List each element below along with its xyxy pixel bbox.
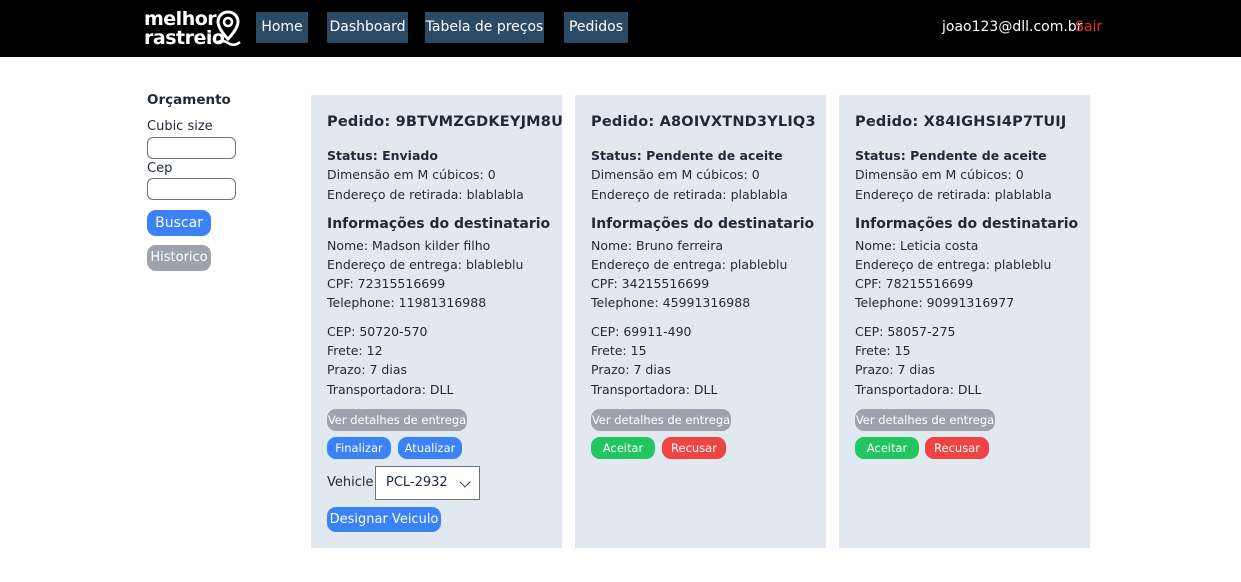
recipient-section-title: Informações do destinatario xyxy=(327,216,551,232)
recipient-name: Nome: Leticia costa xyxy=(855,238,979,253)
delivery-details-button[interactable]: Ver detalhes de entrega xyxy=(327,409,467,431)
order-cep: CEP: 58057-275 xyxy=(855,324,956,339)
delivery-details-button[interactable]: Ver detalhes de entrega xyxy=(591,409,731,431)
order-carrier: Transportadora: DLL xyxy=(591,382,718,397)
cubic-size-label: Cubic size xyxy=(147,119,213,134)
recipient-delivery-address: Endereço de entrega: plableblu xyxy=(855,257,1052,272)
order-title: Pedido: X84IGHSI4P7TUIJ xyxy=(855,114,1067,130)
vehicle-label: Vehicle xyxy=(327,475,374,490)
finalize-button[interactable]: Finalizar xyxy=(327,437,391,459)
vehicle-select-value: PCL-2932 xyxy=(386,475,448,490)
order-card: Pedido: 9BTVMZGDKEYJM8U Status: Enviado … xyxy=(311,95,564,548)
recipient-section-title: Informações do destinatario xyxy=(855,216,1079,232)
order-card: Pedido: A8OIVXTND3YLIQ3 Status: Pendente… xyxy=(575,95,826,548)
history-button[interactable]: Historico xyxy=(147,245,211,271)
recipient-section-title: Informações do destinatario xyxy=(591,216,815,232)
recipient-telephone: Telephone: 45991316988 xyxy=(591,295,751,310)
order-pickup-address: Endereço de retirada: plablabla xyxy=(591,187,788,202)
order-cep: CEP: 69911-490 xyxy=(591,324,692,339)
reject-button[interactable]: Recusar xyxy=(925,437,989,459)
sidebar-title: Orçamento xyxy=(147,92,231,108)
nav-home-button[interactable]: Home xyxy=(256,12,308,43)
order-status: Status: Enviado xyxy=(327,148,438,163)
logout-link[interactable]: Sair xyxy=(1075,19,1102,35)
order-freight: Frete: 15 xyxy=(855,343,911,358)
delivery-details-button[interactable]: Ver detalhes de entrega xyxy=(855,409,995,431)
order-title: Pedido: A8OIVXTND3YLIQ3 xyxy=(591,114,816,130)
assign-vehicle-button[interactable]: Designar Veiculo xyxy=(327,507,441,532)
location-pin-icon xyxy=(215,10,241,46)
recipient-name: Nome: Madson kilder filho xyxy=(327,238,491,253)
top-navbar: melhor rastreio Home Dashboard Tabela de… xyxy=(0,0,1241,57)
order-pickup-address: Endereço de retirada: blablabla xyxy=(327,187,524,202)
nav-orders-button[interactable]: Pedidos xyxy=(564,12,628,43)
nav-dashboard-button[interactable]: Dashboard xyxy=(327,12,408,43)
order-status: Status: Pendente de aceite xyxy=(591,148,783,163)
user-email: joao123@dll.com.br xyxy=(942,19,1083,35)
recipient-cpf: CPF: 78215516699 xyxy=(855,276,974,291)
order-deadline: Prazo: 7 dias xyxy=(591,362,672,377)
chevron-down-icon xyxy=(459,476,471,488)
order-dimension: Dimensão em M cúbicos: 0 xyxy=(327,167,496,182)
update-button[interactable]: Atualizar xyxy=(398,437,462,459)
accept-button[interactable]: Aceitar xyxy=(855,437,919,459)
order-cep: CEP: 50720-570 xyxy=(327,324,428,339)
search-button[interactable]: Buscar xyxy=(147,210,211,236)
cep-label: Cep xyxy=(147,161,173,176)
recipient-telephone: Telephone: 90991316977 xyxy=(855,295,1015,310)
order-carrier: Transportadora: DLL xyxy=(855,382,982,397)
logo-text-line2: rastreio xyxy=(144,27,225,49)
accept-button[interactable]: Aceitar xyxy=(591,437,655,459)
recipient-name: Nome: Bruno ferreira xyxy=(591,238,724,253)
cubic-size-input[interactable] xyxy=(147,137,236,159)
order-pickup-address: Endereço de retirada: plablabla xyxy=(855,187,1052,202)
order-deadline: Prazo: 7 dias xyxy=(327,362,408,377)
order-title: Pedido: 9BTVMZGDKEYJM8U xyxy=(327,114,564,130)
order-card: Pedido: X84IGHSI4P7TUIJ Status: Pendente… xyxy=(839,95,1090,548)
recipient-delivery-address: Endereço de entrega: blableblu xyxy=(327,257,524,272)
order-dimension: Dimensão em M cúbicos: 0 xyxy=(855,167,1024,182)
brand-logo[interactable]: melhor rastreio xyxy=(144,8,244,50)
recipient-cpf: CPF: 72315516699 xyxy=(327,276,446,291)
reject-button[interactable]: Recusar xyxy=(662,437,726,459)
order-freight: Frete: 12 xyxy=(327,343,383,358)
recipient-cpf: CPF: 34215516699 xyxy=(591,276,710,291)
order-status: Status: Pendente de aceite xyxy=(855,148,1047,163)
recipient-delivery-address: Endereço de entrega: plableblu xyxy=(591,257,788,272)
recipient-telephone: Telephone: 11981316988 xyxy=(327,295,487,310)
order-dimension: Dimensão em M cúbicos: 0 xyxy=(591,167,760,182)
cep-input[interactable] xyxy=(147,178,236,200)
vehicle-select[interactable]: PCL-2932 xyxy=(375,466,480,500)
order-deadline: Prazo: 7 dias xyxy=(855,362,936,377)
order-carrier: Transportadora: DLL xyxy=(327,382,454,397)
nav-price-table-button[interactable]: Tabela de preços xyxy=(425,12,544,43)
order-freight: Frete: 15 xyxy=(591,343,647,358)
